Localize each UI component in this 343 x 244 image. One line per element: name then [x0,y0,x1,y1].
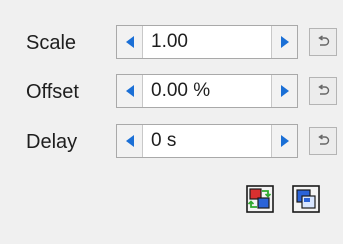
delay-value-input[interactable]: 0 s [145,125,269,157]
scale-increment-button[interactable] [271,26,297,58]
delay-decrement-button[interactable] [117,125,143,157]
offset-decrement-button[interactable] [117,75,143,107]
undo-arrow-icon [318,84,330,95]
triangle-left-icon [125,36,134,48]
triangle-left-icon [125,85,134,97]
settings-panel: Scale 1.00 Offset 0.00 % Delay 0 s [0,0,343,244]
swap-layers-button[interactable] [245,184,275,214]
triangle-right-icon [280,85,289,97]
scale-value-input[interactable]: 1.00 [145,26,269,58]
triangle-right-icon [280,135,289,147]
undo-arrow-icon [318,134,330,145]
scale-row: Scale 1.00 [0,25,343,61]
offset-increment-button[interactable] [271,75,297,107]
delay-label: Delay [26,131,78,153]
triangle-right-icon [280,36,289,48]
triangle-left-icon [125,135,134,147]
offset-value-input[interactable]: 0.00 % [145,75,269,107]
scale-decrement-button[interactable] [117,26,143,58]
scale-label: Scale [26,32,77,54]
offset-label: Offset [26,81,79,103]
overlap-layers-icon [292,185,320,213]
delay-spinbox[interactable]: 0 s [116,124,298,158]
scale-spinbox[interactable]: 1.00 [116,25,298,59]
delay-increment-button[interactable] [271,125,297,157]
delay-row: Delay 0 s [0,124,343,160]
overlap-layers-button[interactable] [291,184,321,214]
delay-reset-button[interactable] [309,127,337,155]
undo-arrow-icon [318,35,330,46]
offset-spinbox[interactable]: 0.00 % [116,74,298,108]
scale-reset-button[interactable] [309,28,337,56]
offset-reset-button[interactable] [309,77,337,105]
swap-layers-icon [246,185,274,213]
offset-row: Offset 0.00 % [0,74,343,110]
